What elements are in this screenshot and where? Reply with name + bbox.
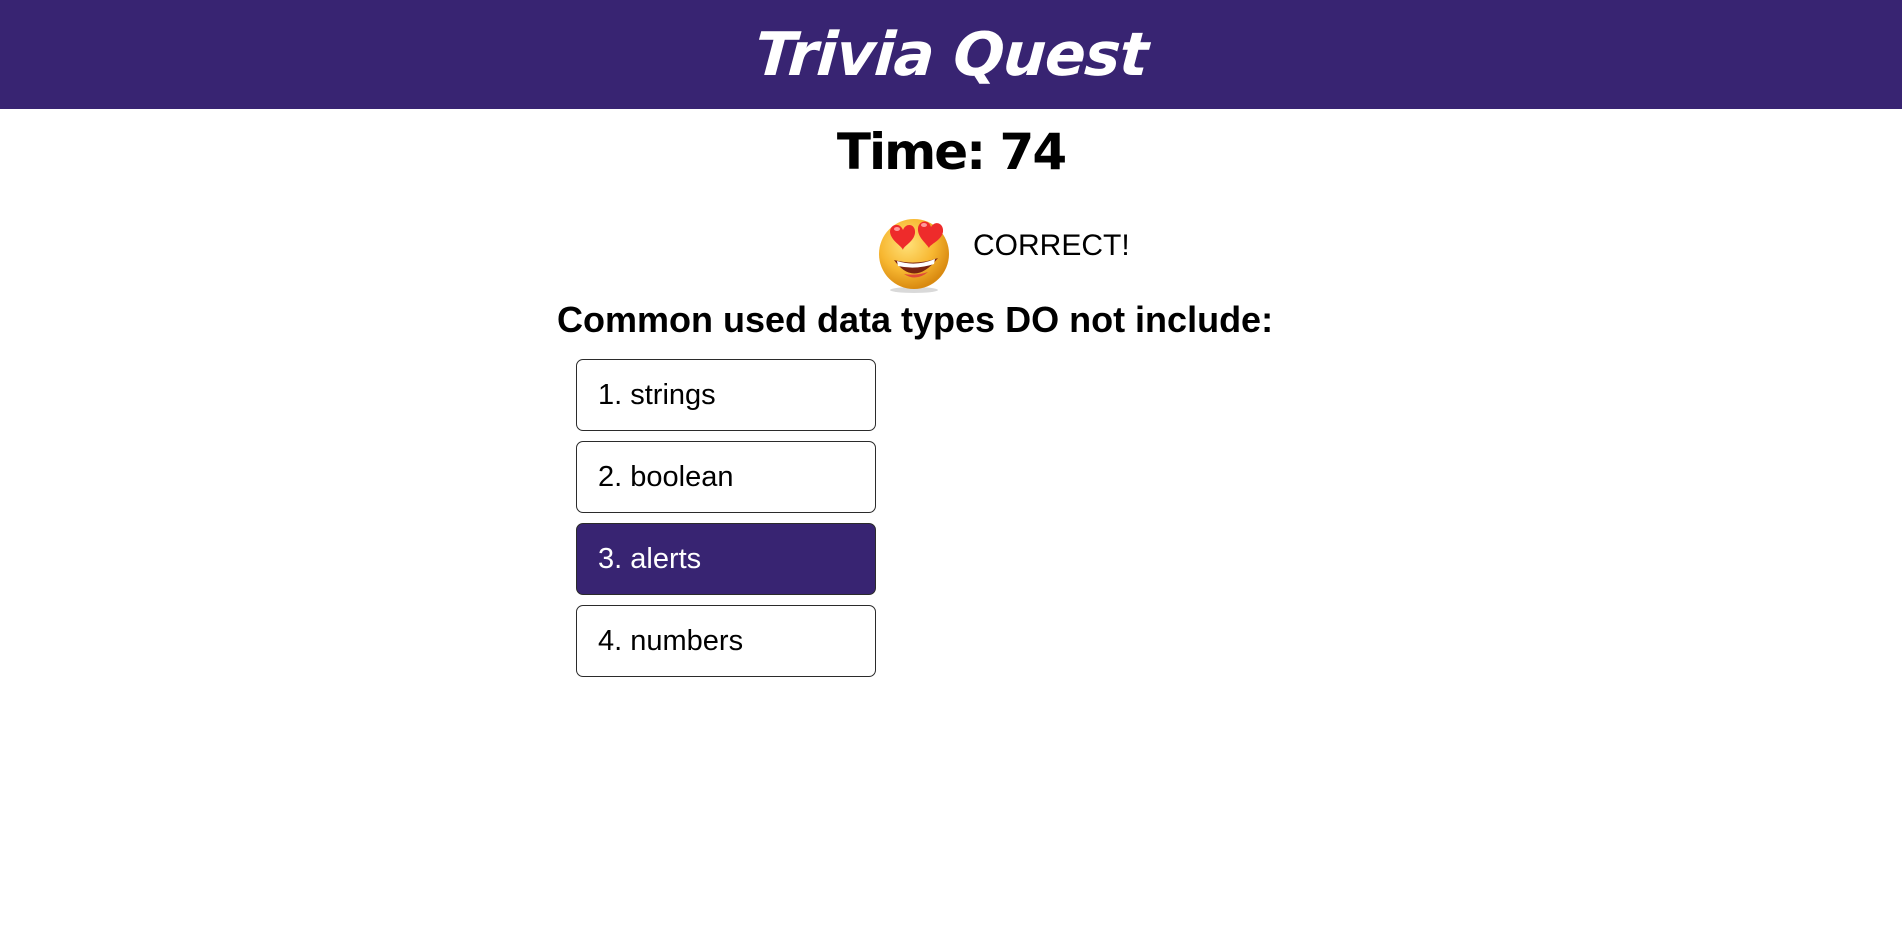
answer-list: 1. strings 2. boolean 3. alerts 4. numbe… bbox=[576, 359, 876, 687]
answer-button[interactable]: 4. numbers bbox=[576, 605, 876, 677]
question-text: Common used data types DO not include: bbox=[557, 299, 1274, 340]
answer-button[interactable]: 1. strings bbox=[576, 359, 876, 431]
answer-feedback: CORRECT! bbox=[872, 210, 1130, 294]
feedback-text: CORRECT! bbox=[973, 229, 1130, 262]
timer-display: Time: 74 bbox=[836, 123, 1067, 181]
answer-button[interactable]: 2. boolean bbox=[576, 441, 876, 513]
heart-eyes-emoji-icon bbox=[879, 219, 949, 293]
answer-button-selected[interactable]: 3. alerts bbox=[576, 523, 876, 595]
app-title: Trivia Quest bbox=[752, 19, 1150, 90]
app-header: Trivia Quest bbox=[0, 0, 1902, 109]
